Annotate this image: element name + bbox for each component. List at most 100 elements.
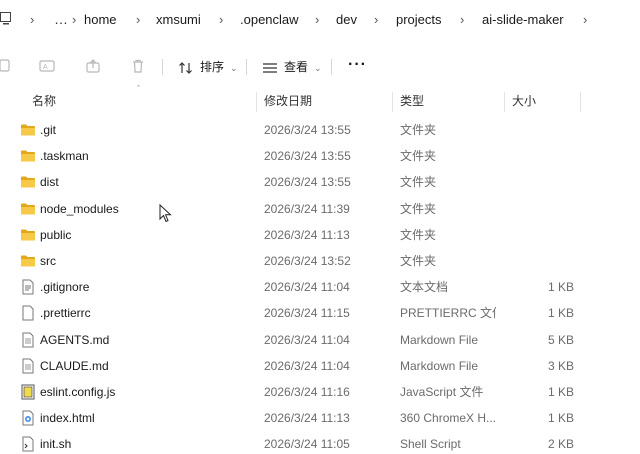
html-file-icon bbox=[20, 410, 36, 426]
folder-icon bbox=[20, 227, 36, 243]
file-row-index-html[interactable]: index.html 2026/3/24 11:13 360 ChromeX H..… bbox=[0, 405, 640, 431]
file-row-prettierrc[interactable]: .prettierrc 2026/3/24 11:15 PRETTIERRC 文件 1… bbox=[0, 300, 640, 326]
column-resize-handle[interactable] bbox=[504, 92, 505, 112]
markdown-file-icon bbox=[20, 358, 36, 374]
file-size: 2 KB bbox=[547, 437, 574, 452]
file-date-modified: 2026/3/24 11:04 bbox=[264, 280, 350, 295]
breadcrumb-item-dev[interactable]: dev bbox=[336, 0, 357, 40]
file-type: Markdown File bbox=[400, 358, 479, 373]
chevron-down-icon: ⌄ bbox=[230, 63, 238, 73]
generic-file-icon bbox=[20, 305, 36, 321]
file-type: 文件夹 bbox=[400, 175, 437, 190]
file-date-modified: 2026/3/24 11:39 bbox=[264, 201, 350, 216]
file-name: public bbox=[40, 227, 72, 242]
folder-icon bbox=[20, 122, 36, 138]
markdown-file-icon bbox=[20, 332, 36, 348]
file-size: 1 KB bbox=[547, 306, 574, 321]
file-date-modified: 2026/3/24 11:04 bbox=[264, 332, 350, 347]
view-label: 查看 bbox=[284, 60, 309, 74]
folder-icon bbox=[20, 253, 36, 269]
file-date-modified: 2026/3/24 11:04 bbox=[264, 358, 350, 373]
file-row-eslint-config-js[interactable]: eslint.config.js 2026/3/24 11:16 JavaScrip… bbox=[0, 379, 640, 405]
column-header-date[interactable]: 修改日期 bbox=[264, 88, 312, 114]
javascript-file-icon bbox=[20, 384, 36, 400]
file-size: 1 KB bbox=[547, 385, 574, 399]
breadcrumb-item-home[interactable]: home bbox=[84, 0, 117, 40]
breadcrumb-separator: › bbox=[460, 12, 465, 27]
toolbar-divider bbox=[331, 59, 332, 75]
file-type: 文件夹 bbox=[400, 123, 437, 137]
toolbar-divider bbox=[162, 59, 163, 75]
file-row-gitignore[interactable]: .gitignore 2026/3/24 11:04 文本文档 1 KB bbox=[0, 274, 640, 300]
file-row-claude-md[interactable]: CLAUDE.md 2026/3/24 11:04 Markdown File 3 K… bbox=[0, 353, 640, 379]
file-size: 1 KB bbox=[547, 280, 574, 295]
file-date-modified: 2026/3/24 11:13 bbox=[264, 227, 350, 242]
delete-icon[interactable] bbox=[129, 57, 147, 75]
breadcrumb-separator: › bbox=[315, 12, 320, 27]
file-date-modified: 2026/3/24 11:16 bbox=[264, 385, 350, 399]
breadcrumb-separator: › bbox=[374, 12, 379, 27]
view-list-icon bbox=[263, 63, 277, 73]
file-type: 文本文档 bbox=[400, 280, 449, 295]
column-header-type[interactable]: 类型 bbox=[400, 88, 424, 114]
file-size: 1 KB bbox=[547, 411, 574, 426]
file-name: CLAUDE.md bbox=[40, 358, 109, 373]
column-header-size[interactable]: 大小 bbox=[512, 88, 536, 114]
breadcrumb-separator: › bbox=[30, 12, 35, 27]
breadcrumb-item-projects[interactable]: projects bbox=[396, 0, 442, 40]
file-type: 文件夹 bbox=[400, 149, 437, 164]
breadcrumb-item-xmsumi[interactable]: xmsumi bbox=[156, 0, 201, 40]
file-size: 5 KB bbox=[547, 332, 574, 347]
column-header-name[interactable]: 名称 bbox=[32, 88, 56, 114]
breadcrumb-item-openclaw[interactable]: .openclaw bbox=[240, 0, 299, 40]
file-type: Markdown File bbox=[400, 332, 479, 347]
breadcrumb-separator: › bbox=[219, 12, 224, 27]
file-row-agents-md[interactable]: AGENTS.md 2026/3/24 11:04 Markdown File 5 K… bbox=[0, 327, 640, 353]
column-resize-handle[interactable] bbox=[256, 92, 257, 112]
more-options-button[interactable]: ··· bbox=[348, 54, 367, 80]
toolbar-divider bbox=[246, 59, 247, 75]
file-row-dist[interactable]: dist 2026/3/24 13:55 文件夹 bbox=[0, 169, 640, 195]
folder-icon bbox=[20, 201, 36, 217]
address-bar[interactable]: › … › home › xmsumi › .openclaw › dev › … bbox=[0, 0, 640, 40]
file-date-modified: 2026/3/24 11:05 bbox=[264, 437, 350, 452]
file-name: .git bbox=[40, 123, 57, 137]
command-bar: A 排序 ⌄ 查看 ⌄ ··· bbox=[0, 46, 640, 88]
shell-file-icon bbox=[20, 436, 36, 452]
folder-icon bbox=[20, 148, 36, 164]
breadcrumb-overflow-button[interactable]: … bbox=[54, 0, 69, 40]
file-date-modified: 2026/3/24 11:15 bbox=[264, 306, 350, 321]
file-type: 文件夹 bbox=[400, 201, 437, 216]
file-date-modified: 2026/3/24 13:52 bbox=[264, 254, 351, 268]
file-row-src[interactable]: src 2026/3/24 13:52 文件夹 bbox=[0, 248, 640, 274]
file-name: .taskman bbox=[40, 149, 89, 164]
file-type: JavaScript 文件 bbox=[400, 385, 484, 399]
file-type: PRETTIERRC 文件 bbox=[400, 306, 496, 321]
folder-icon bbox=[20, 174, 36, 190]
view-button[interactable]: 查看 ⌄ bbox=[262, 54, 322, 80]
file-name: src bbox=[40, 254, 56, 268]
file-row-taskman[interactable]: .taskman 2026/3/24 13:55 文件夹 bbox=[0, 143, 640, 169]
chevron-down-icon: ⌄ bbox=[314, 63, 322, 73]
column-resize-handle[interactable] bbox=[392, 92, 393, 112]
copy-icon[interactable] bbox=[0, 57, 12, 75]
file-row-init-sh[interactable]: init.sh 2026/3/24 11:05 Shell Script 2 KB bbox=[0, 431, 640, 454]
share-icon[interactable] bbox=[84, 57, 102, 75]
file-date-modified: 2026/3/24 13:55 bbox=[264, 123, 351, 137]
file-name: dist bbox=[40, 175, 59, 190]
file-row-git[interactable]: .git 2026/3/24 13:55 文件夹 bbox=[0, 117, 640, 143]
sort-icon bbox=[179, 61, 192, 74]
rename-icon[interactable]: A bbox=[38, 57, 56, 75]
file-date-modified: 2026/3/24 11:13 bbox=[264, 411, 350, 426]
file-row-public[interactable]: public 2026/3/24 11:13 文件夹 bbox=[0, 222, 640, 248]
column-resize-handle[interactable] bbox=[580, 92, 581, 112]
file-name: eslint.config.js bbox=[40, 385, 116, 399]
file-name: .gitignore bbox=[40, 280, 90, 295]
computer-icon bbox=[0, 12, 11, 25]
breadcrumb-item-ai-slide-maker[interactable]: ai-slide-maker bbox=[482, 0, 564, 40]
file-type: 文件夹 bbox=[400, 227, 437, 242]
file-date-modified: 2026/3/24 13:55 bbox=[264, 175, 351, 190]
file-name: index.html bbox=[40, 411, 95, 426]
sort-button[interactable]: 排序 ⌄ bbox=[178, 54, 238, 80]
file-row-node-modules[interactable]: node_modules 2026/3/24 11:39 文件夹 bbox=[0, 196, 640, 222]
